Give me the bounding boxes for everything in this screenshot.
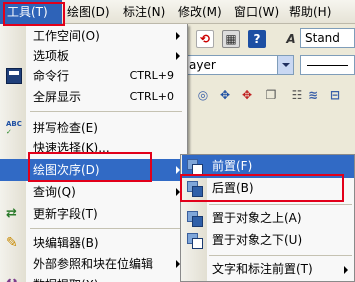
submenu-item-label: 文字和标注前置(T)	[212, 262, 313, 276]
menu-item-label: 拼写检查(E)	[33, 121, 98, 135]
draw-order-submenu: 前置(F) 后置(B) 置于对象之上(A) 置于对象之下(U) 文字和标注前置(…	[180, 154, 355, 282]
submenu-item-label: 后置(B)	[212, 181, 254, 195]
menu-item-update-fields[interactable]: ⇄ 更新字段(T)	[0, 203, 186, 225]
help-icon[interactable]: ?	[248, 30, 266, 48]
text-style-icon[interactable]: A	[282, 30, 300, 48]
menu-item-data-extraction[interactable]: ⚒ 数据提取(X)...	[0, 274, 186, 282]
menu-modify[interactable]: 修改(M)	[173, 0, 227, 24]
menu-draw[interactable]: 绘图(D)	[62, 0, 115, 24]
submenu-item-bring-above-objects[interactable]: 置于对象之上(A)	[182, 207, 354, 230]
menu-item-label: 查询(Q)	[33, 185, 76, 199]
submenu-item-bring-to-front[interactable]: 前置(F)	[182, 155, 354, 178]
menu-item-label: 工作空间(O)	[33, 29, 100, 43]
menu-item-draw-order[interactable]: 绘图次序(D)	[0, 159, 186, 181]
copy-icon[interactable]: ❐	[262, 86, 280, 104]
calculator-icon[interactable]: ▦	[222, 30, 240, 48]
bring-to-front-icon	[187, 159, 203, 175]
submenu-arrow-icon	[344, 266, 348, 274]
menu-item-shortcut: CTRL+0	[129, 90, 174, 103]
menu-item-label: 更新字段(T)	[33, 207, 98, 221]
menu-window[interactable]: 窗口(W)	[229, 0, 284, 24]
submenu-item-text-dims-to-front[interactable]: 文字和标注前置(T)	[182, 258, 354, 281]
menu-item-workspaces[interactable]: 工作空间(O)	[0, 25, 186, 47]
submenu-item-label: 前置(F)	[212, 159, 253, 173]
menu-item-shortcut: CTRL+9	[129, 69, 174, 82]
menu-dimension[interactable]: 标注(N)	[118, 0, 170, 24]
menu-item-label: 绘图次序(D)	[33, 163, 100, 177]
bring-above-icon	[187, 211, 203, 227]
command-line-icon	[6, 68, 22, 84]
submenu-arrow-icon	[176, 52, 180, 60]
menu-help[interactable]: 帮助(H)	[284, 0, 336, 24]
linetype-combo[interactable]	[300, 55, 355, 75]
update-fields-icon: ⇄	[6, 206, 17, 221]
send-under-icon	[187, 233, 203, 249]
menu-tools[interactable]: 工具(T)	[0, 0, 62, 24]
data-extraction-icon: ⚒	[6, 277, 22, 282]
menu-item-spelling[interactable]: ABC ✓ 拼写检查(E)	[0, 117, 186, 139]
layer-combo[interactable]: ayer	[182, 55, 294, 75]
move-icon[interactable]: ✥	[238, 86, 256, 104]
menu-item-label: 外部参照和块在位编辑	[33, 257, 154, 271]
menu-item-label: 快速选择(K)...	[33, 141, 110, 155]
menu-item-label: 块编辑器(B)	[33, 236, 99, 250]
menu-separator	[209, 255, 352, 256]
pan-icon[interactable]: ✥	[216, 86, 234, 104]
layers-icon[interactable]: ≋	[304, 86, 322, 104]
menu-item-quick-select[interactable]: 快速选择(K)...	[0, 137, 186, 159]
submenu-item-label: 置于对象之下(U)	[212, 233, 303, 247]
menu-item-block-editor[interactable]: ✎ 块编辑器(B)	[0, 232, 186, 254]
menu-separator	[30, 111, 182, 112]
menu-separator	[30, 228, 182, 229]
chevron-down-icon[interactable]	[277, 56, 293, 74]
menu-item-label: 选项板	[33, 49, 70, 63]
menu-item-palettes[interactable]: 选项板	[0, 45, 186, 67]
tools-dropdown: 工作空间(O) 选项板 命令行 CTRL+9 全屏显示 CTRL+0 ABC ✓ …	[0, 24, 188, 282]
menu-item-label: 数据提取(X)...	[33, 274, 110, 282]
zoom-icon[interactable]: ◎	[194, 86, 212, 104]
menu-item-xref-edit[interactable]: 外部参照和块在位编辑	[0, 253, 186, 275]
menu-item-clean-screen[interactable]: 全屏显示 CTRL+0	[0, 86, 186, 108]
menu-item-label: 命令行	[33, 69, 70, 83]
menu-item-inquiry[interactable]: 查询(Q)	[0, 181, 186, 203]
redraw-icon[interactable]: ⟲	[196, 30, 214, 48]
layer-combo-value: ayer	[189, 58, 216, 72]
submenu-arrow-icon	[176, 32, 180, 40]
submenu-item-send-to-back[interactable]: 后置(B)	[182, 177, 354, 200]
menu-separator	[209, 204, 352, 205]
text-style-combo[interactable]: Stand	[300, 28, 355, 48]
spell-check-icon: ABC ✓	[6, 120, 22, 136]
submenu-item-label: 置于对象之上(A)	[212, 211, 302, 225]
send-to-back-icon	[187, 181, 203, 197]
menu-item-command-line[interactable]: 命令行 CTRL+9	[0, 65, 186, 87]
menu-bar: 工具(T) 绘图(D) 标注(N) 修改(M) 窗口(W) 帮助(H)	[0, 0, 355, 24]
block-editor-icon: ✎	[6, 235, 18, 251]
submenu-item-send-under-objects[interactable]: 置于对象之下(U)	[182, 229, 354, 252]
layer-state-icon[interactable]: ⊟	[326, 86, 344, 104]
menu-item-label: 全屏显示	[33, 90, 82, 104]
